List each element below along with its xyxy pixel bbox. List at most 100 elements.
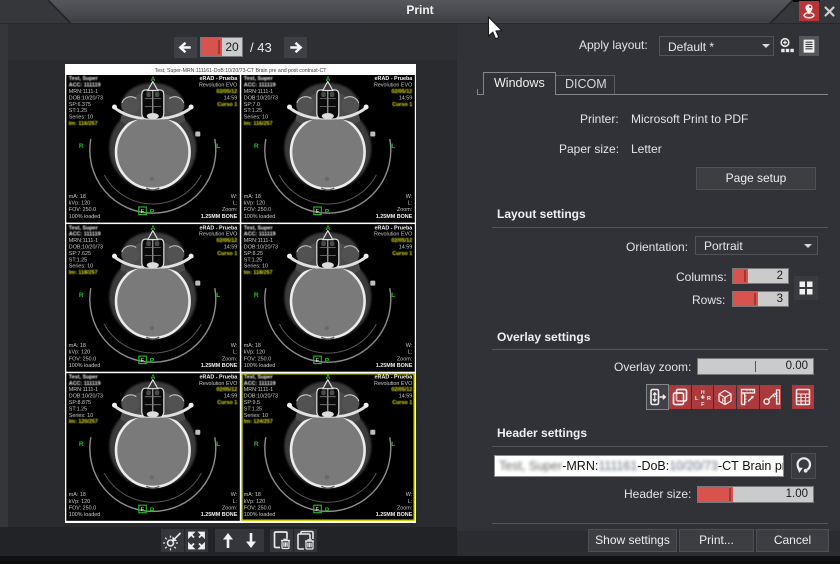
- svg-text:kVp: 120: kVp: 120: [68, 201, 89, 207]
- svg-text:Im: 120/257: Im: 120/257: [68, 419, 97, 425]
- svg-text:02/05/12: 02/05/12: [391, 387, 412, 393]
- svg-text:eRAD - Prueba: eRAD - Prueba: [374, 225, 413, 231]
- svg-text:DOB:10/20/73: DOB:10/20/73: [68, 245, 102, 251]
- svg-text:L:: L:: [407, 499, 412, 505]
- svg-text:Test, Super-MRN:111161-DoB:10/: Test, Super-MRN:111161-DoB:10/20/73-CT B…: [154, 68, 327, 74]
- svg-text:L:: L:: [232, 499, 237, 505]
- svg-text:14:59: 14:59: [398, 245, 412, 251]
- svg-text:FOV: 250.0: FOV: 250.0: [68, 356, 95, 362]
- svg-text:100% loaded: 100% loaded: [243, 363, 274, 369]
- svg-text:FOV: 250.0: FOV: 250.0: [243, 207, 270, 213]
- svg-text:R: R: [722, 399, 726, 405]
- svg-text:L:: L:: [232, 201, 237, 207]
- svg-text:mA: 18: mA: 18: [68, 343, 85, 349]
- svg-text:100% loaded: 100% loaded: [243, 512, 274, 518]
- svg-text:14:59: 14:59: [223, 245, 237, 251]
- svg-text:SP:9.5: SP:9.5: [243, 400, 259, 406]
- svg-text:FOV: 250.0: FOV: 250.0: [243, 505, 270, 511]
- svg-text:Revolution EVO: Revolution EVO: [198, 83, 236, 89]
- svg-text:02/05/12: 02/05/12: [391, 89, 412, 95]
- svg-text:L: L: [216, 143, 220, 150]
- svg-text:ST:1.25: ST:1.25: [68, 108, 86, 114]
- svg-text:L:: L:: [407, 201, 412, 207]
- svg-text:A: A: [150, 374, 155, 381]
- svg-text:W:: W:: [405, 194, 412, 200]
- svg-text:P: P: [149, 209, 154, 216]
- svg-text:eRAD - Prueba: eRAD - Prueba: [199, 374, 238, 380]
- svg-text:MRN:1111-1: MRN:1111-1: [68, 238, 97, 244]
- svg-text:Revolution EVO: Revolution EVO: [198, 232, 236, 238]
- svg-text:Revolution EVO: Revolution EVO: [373, 83, 411, 89]
- svg-text:Im: 124/257: Im: 124/257: [243, 419, 272, 425]
- svg-text:MRN:1111-1: MRN:1111-1: [68, 89, 97, 95]
- svg-text:Test, Super: Test, Super: [243, 374, 273, 380]
- svg-text:FOV: 250.0: FOV: 250.0: [68, 207, 95, 213]
- svg-text:Curso 1: Curso 1: [217, 400, 237, 406]
- svg-text:R: R: [78, 441, 83, 448]
- svg-text:DOB:10/20/73: DOB:10/20/73: [243, 245, 277, 251]
- svg-text:kVp: 120: kVp: 120: [243, 499, 264, 505]
- svg-text:1.25MM BONE: 1.25MM BONE: [375, 214, 412, 220]
- svg-text:1.25MM BONE: 1.25MM BONE: [200, 214, 237, 220]
- svg-text:W:: W:: [230, 343, 237, 349]
- svg-text:R: R: [707, 396, 711, 402]
- svg-text:Revolution EVO: Revolution EVO: [198, 381, 236, 387]
- svg-text:Series: 10: Series: 10: [68, 264, 92, 270]
- svg-text:FOV: 250.0: FOV: 250.0: [243, 356, 270, 362]
- svg-text:W:: W:: [405, 492, 412, 498]
- svg-text:L: L: [216, 441, 220, 448]
- svg-text:02/05/12: 02/05/12: [216, 387, 237, 393]
- svg-text:SP:8.875: SP:8.875: [68, 400, 90, 406]
- svg-text:ACC: 111119: ACC: 111119: [68, 381, 100, 387]
- svg-text:DOB:10/20/73: DOB:10/20/73: [68, 95, 102, 101]
- svg-text:Test, Super: Test, Super: [243, 76, 273, 82]
- svg-text:Zoom:: Zoom:: [397, 356, 412, 362]
- svg-text:L: L: [391, 292, 395, 299]
- svg-text:ACC: 111119: ACC: 111119: [243, 232, 275, 238]
- svg-text:R: R: [78, 292, 83, 299]
- svg-text:Im: 116/257: Im: 116/257: [243, 121, 272, 127]
- svg-text:1.25MM BONE: 1.25MM BONE: [200, 363, 237, 369]
- svg-text:Im: 118/257: Im: 118/257: [243, 270, 272, 276]
- svg-text:R: R: [253, 143, 258, 150]
- svg-text:A: A: [150, 225, 155, 232]
- svg-text:kVp: 120: kVp: 120: [243, 201, 264, 207]
- svg-text:Revolution EVO: Revolution EVO: [373, 232, 411, 238]
- svg-text:02/05/12: 02/05/12: [216, 238, 237, 244]
- svg-text:ACC: 111119: ACC: 111119: [68, 232, 100, 238]
- svg-text:kVp: 120: kVp: 120: [68, 350, 89, 356]
- svg-text:ACC: 111119: ACC: 111119: [243, 83, 275, 89]
- svg-text:P: P: [324, 507, 329, 514]
- svg-text:Curso 1: Curso 1: [392, 400, 412, 406]
- svg-text:mA: 18: mA: 18: [243, 492, 260, 498]
- svg-text:Series: 10: Series: 10: [243, 264, 267, 270]
- svg-text:100% loaded: 100% loaded: [68, 363, 99, 369]
- svg-text:Series: 10: Series: 10: [243, 115, 267, 121]
- svg-text:ACC: 111119: ACC: 111119: [68, 83, 100, 89]
- svg-text:Zoom:: Zoom:: [222, 356, 237, 362]
- svg-text:1.25MM BONE: 1.25MM BONE: [375, 512, 412, 518]
- svg-text:Im: 118/257: Im: 118/257: [68, 270, 97, 276]
- svg-text:Curso 1: Curso 1: [217, 102, 237, 108]
- svg-text:Test, Super: Test, Super: [243, 225, 273, 231]
- svg-text:100% loaded: 100% loaded: [68, 214, 99, 220]
- svg-text:A: A: [325, 374, 330, 381]
- svg-text:L: L: [695, 396, 699, 402]
- svg-text:MRN:1111-1: MRN:1111-1: [68, 387, 97, 393]
- svg-text:H: H: [701, 390, 705, 396]
- svg-text:mA: 18: mA: 18: [243, 343, 260, 349]
- svg-text:P: P: [149, 507, 154, 514]
- svg-text:W:: W:: [230, 492, 237, 498]
- svg-text:MRN:1111-1: MRN:1111-1: [243, 387, 272, 393]
- svg-text:L: L: [391, 143, 395, 150]
- svg-text:DOB:10/20/73: DOB:10/20/73: [243, 95, 277, 101]
- svg-text:Zoom:: Zoom:: [397, 207, 412, 213]
- svg-text:R: R: [253, 292, 258, 299]
- svg-text:kVp: 120: kVp: 120: [243, 350, 264, 356]
- svg-text:L: L: [216, 292, 220, 299]
- svg-text:Curso 1: Curso 1: [392, 251, 412, 257]
- svg-text:Zoom:: Zoom:: [397, 505, 412, 511]
- svg-text:P: P: [324, 358, 329, 365]
- svg-text:L:: L:: [407, 350, 412, 356]
- svg-text:FOV: 250.0: FOV: 250.0: [68, 505, 95, 511]
